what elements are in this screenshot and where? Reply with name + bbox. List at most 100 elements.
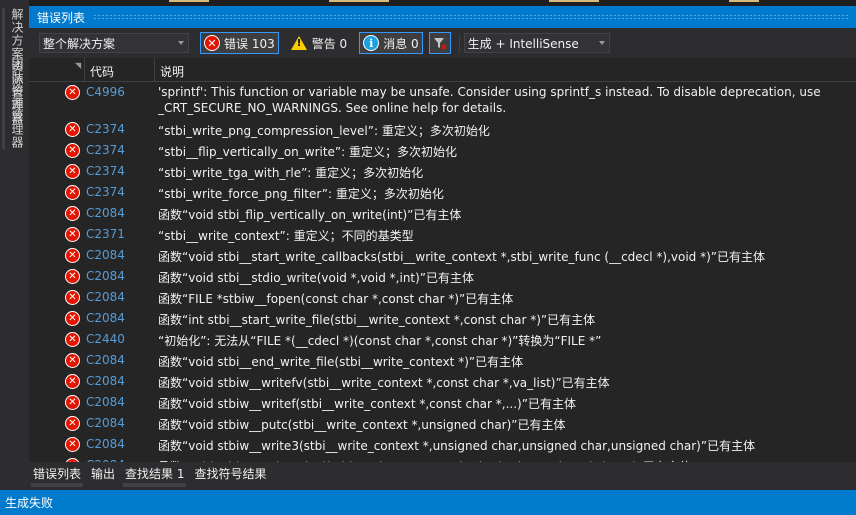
error-rows: ✕ C4996 'sprintf': This function or variab… [29,82,856,462]
warnings-count-label: 警告 0 [311,36,348,51]
error-code-link[interactable]: C2084 [86,206,125,220]
error-code-link[interactable]: C2374 [86,122,125,136]
error-row[interactable]: ✕ C4996 'sprintf': This function or variab… [29,82,856,119]
error-circle-icon: ✕ [65,437,80,452]
error-row[interactable]: ✕C2084函数“void stbiw__write_pixel(stbi__w… [29,455,856,462]
error-description: 函数“int stbi__start_write_file(stbi__writ… [158,313,596,327]
error-row[interactable]: ✕ C2084 函数“void stbiw__writefv(stbi__write… [29,371,856,392]
error-circle-icon: ✕ [65,311,80,326]
bottom-tab-strip: 错误列表 输出 查找结果 1 查找符号结果 [29,462,856,490]
error-description: 函数“void stbi__start_write_callbacks(stbi… [158,250,766,264]
errors-count-label: 错误 103 [224,36,275,51]
error-row[interactable]: ✕ C2084 函数“int stbi__start_write_file(stbi… [29,308,856,329]
error-description: 函数“void stbiw__writef(stbi__write_contex… [158,397,576,411]
error-code-link[interactable]: C2374 [86,164,125,178]
error-code-link[interactable]: C2084 [86,437,125,451]
error-row[interactable]: ✕ C2084 函数“void stbi_flip_vertically_on_wr… [29,203,856,224]
column-divider[interactable] [84,58,85,82]
status-bar: 生成失败 [0,490,856,515]
chevron-down-icon [178,41,184,45]
side-tab-label: 团队资源管理器 [10,58,24,149]
error-circle-icon: ✕ [65,85,80,100]
column-header-description[interactable]: 说明 [160,63,184,80]
error-circle-icon: ✕ [65,248,80,263]
messages-filter-button[interactable]: i 消息 0 [359,32,423,54]
error-description: 函数“void stbi__stdio_write(void *,void *,… [158,271,475,285]
error-circle-icon: ✕ [65,416,80,431]
error-circle-icon: ✕ [65,290,80,305]
warning-triangle-icon: ! [290,36,307,50]
side-tab-strip: 解决方案资源管理器 团队资源管理器 [0,0,29,490]
tab-underline [31,483,84,487]
error-code-link[interactable]: C2440 [86,332,125,346]
error-row[interactable]: ✕ C2084 函数“void stbi__start_write_callback… [29,245,856,266]
error-row[interactable]: ✕ C2374 “stbi_write_tga_with_rle”: 重定义；多次初… [29,161,856,182]
side-tab-team-explorer[interactable]: 团队资源管理器 [2,58,26,149]
error-row[interactable]: ✕ C2374 “stbi_write_force_png_filter”: 重定义… [29,182,856,203]
error-code-link[interactable]: C2084 [86,269,125,283]
column-divider[interactable] [154,58,155,82]
tab-find-results-1[interactable]: 查找结果 1 [121,462,188,487]
error-description: 函数“void stbi__end_write_file(stbi__write… [158,355,524,369]
status-text: 生成失败 [5,496,54,510]
error-circle-icon: ✕ [65,332,80,347]
error-circle-icon: ✕ [65,206,80,221]
tab-label: 查找结果 1 [125,467,185,481]
error-code-link[interactable]: C2374 [86,143,125,157]
error-row[interactable]: ✕ C2374 “stbi_write_png_compression_level”… [29,119,856,140]
error-list-toolbar: 整个解决方案 ✕ 错误 103 ! 警告 0 i 消息 0 生成 + Intel… [29,28,856,58]
toolbar-separator [458,34,460,52]
warnings-filter-button[interactable]: ! 警告 0 [287,32,351,54]
errors-filter-button[interactable]: ✕ 错误 103 [200,32,279,54]
error-code-link[interactable]: C2084 [86,416,125,430]
error-code-link[interactable]: C2084 [86,395,125,409]
tab-find-symbol-results[interactable]: 查找符号结果 [190,462,270,484]
error-row[interactable]: ✕ C2440 “初始化”: 无法从“FILE *(__cdecl *)(const… [29,329,856,350]
sort-indicator-icon: ◥ [75,61,82,70]
error-row[interactable]: ✕ C2371 “stbi__write_context”: 重定义；不同的基类型 [29,224,856,245]
error-row[interactable]: ✕ C2084 函数“FILE *stbiw__fopen(const char *… [29,287,856,308]
error-row[interactable]: ✕ C2084 函数“void stbi__stdio_write(void *,v… [29,266,856,287]
filter-button[interactable] [428,32,451,54]
tab-output[interactable]: 输出 [87,462,119,484]
error-code-link[interactable]: C2084 [86,374,125,388]
error-circle-icon: ✕ [65,143,80,158]
error-row[interactable]: ✕ C2374 “stbi__flip_vertically_on_write”: … [29,140,856,161]
tab-underline [123,483,187,487]
error-circle-icon: ✕ [65,395,80,410]
tab-error-list[interactable]: 错误列表 [29,462,85,487]
error-code-link[interactable]: C2084 [86,311,125,325]
error-row[interactable]: ✕ C2084 函数“void stbiw__write3(stbi__write_… [29,434,856,455]
error-circle-icon: ✕ [65,227,80,242]
build-intellisense-dropdown[interactable]: 生成 + IntelliSense [463,33,610,53]
error-description: 'sprintf': This function or variable may… [158,85,821,115]
error-description: “stbi__flip_vertically_on_write”: 重定义；多次… [158,145,458,159]
error-code-link[interactable]: C2371 [86,227,125,241]
error-circle-icon: ✕ [65,185,80,200]
error-code-link[interactable]: C2084 [86,290,125,304]
error-description: 函数“void stbi_flip_vertically_on_write(in… [158,208,462,222]
error-description: “stbi_write_force_png_filter”: 重定义；多次初始化 [158,187,444,201]
error-description: “stbi__write_context”: 重定义；不同的基类型 [158,229,414,243]
error-circle-icon: ✕ [65,353,80,368]
build-filter-value: 生成 + IntelliSense [467,36,579,51]
error-row[interactable]: ✕ C2084 函数“void stbiw__writef(stbi__write_… [29,392,856,413]
error-circle-icon: ✕ [65,269,80,284]
error-row[interactable]: ✕ C2084 函数“void stbi__end_write_file(stbi_… [29,350,856,371]
scope-dropdown[interactable]: 整个解决方案 [39,33,189,53]
tab-label: 输出 [91,467,116,481]
tab-label: 查找符号结果 [194,467,267,481]
error-code-link[interactable]: C2084 [86,248,125,262]
error-code-link[interactable]: C2374 [86,185,125,199]
error-circle-icon: ✕ [204,35,220,51]
info-circle-icon: i [363,35,380,51]
error-code-link[interactable]: C4996 [86,85,125,99]
error-description: “初始化”: 无法从“FILE *(__cdecl *)(const char … [158,334,602,348]
titlebar-grip [93,14,848,20]
error-list-window: 错误列表 整个解决方案 ✕ 错误 103 ! 警告 0 i 消息 0 生成 + … [29,6,856,490]
error-description: 函数“void stbiw__write3(stbi__write_contex… [158,439,756,453]
error-row[interactable]: ✕ C2084 函数“void stbiw__putc(stbi__write_co… [29,413,856,434]
error-code-link[interactable]: C2084 [86,353,125,367]
tool-window-titlebar[interactable]: 错误列表 [29,6,856,28]
column-header-code[interactable]: 代码 [90,63,114,80]
